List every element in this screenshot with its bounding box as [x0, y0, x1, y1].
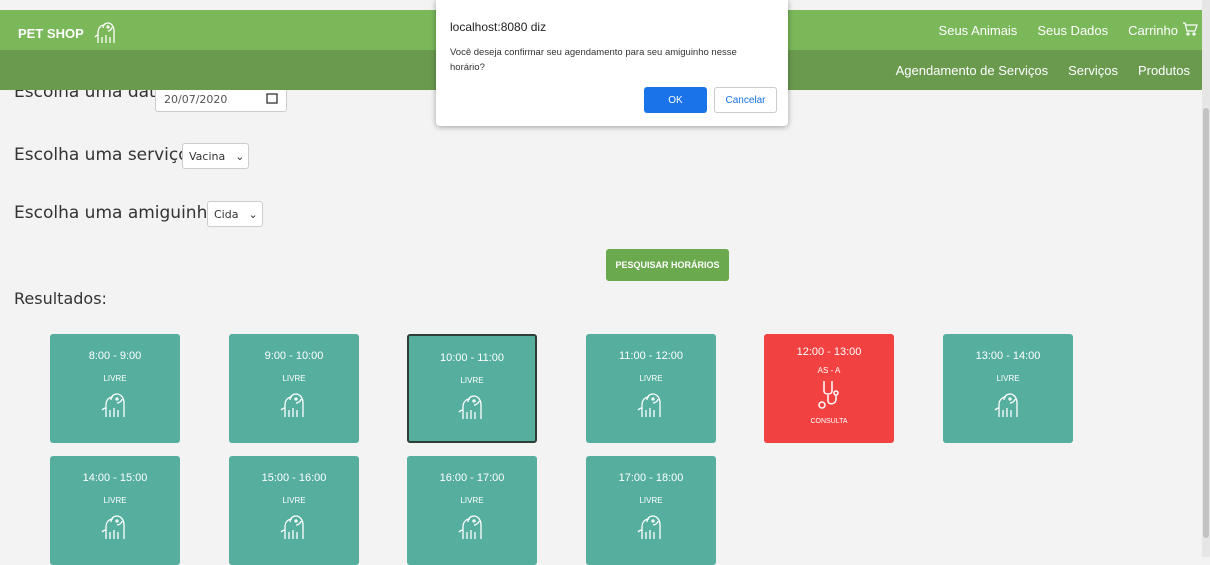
slot-time: 10:00 - 11:00 — [439, 352, 504, 364]
chevron-down-icon: ⌄ — [248, 207, 258, 221]
date-value: 20/07/2020 — [164, 92, 228, 106]
time-slot[interactable]: 9:00 - 10:00 LIVRE — [229, 334, 359, 443]
slot-time: 13:00 - 14:00 — [975, 350, 1041, 362]
time-slot[interactable]: 10:00 - 11:00 LIVRE — [407, 334, 537, 443]
brand[interactable]: PET SHOP — [18, 19, 120, 48]
pet-icon — [409, 391, 535, 426]
slot-status: LIVRE — [103, 496, 127, 505]
pet-logo-icon — [92, 19, 120, 48]
slot-status: LIVRE — [639, 496, 663, 505]
time-slot[interactable]: 13:00 - 14:00 LIVRE — [943, 334, 1073, 443]
brand-name: PET SHOP — [18, 26, 84, 41]
time-slot[interactable]: 8:00 - 9:00 LIVRE — [50, 334, 180, 443]
time-slot[interactable]: 12:00 - 13:00 AS - A CONSULTA — [764, 334, 894, 443]
slot-status: LIVRE — [460, 496, 484, 505]
service-label: Escolha uma serviço: — [14, 145, 195, 165]
slot-time: 17:00 - 18:00 — [618, 472, 684, 484]
nav-seus-animais[interactable]: Seus Animais — [939, 23, 1018, 38]
pet-icon — [50, 389, 180, 424]
pet-icon — [586, 389, 716, 424]
slot-time: 11:00 - 12:00 — [618, 350, 683, 362]
slot-status: LIVRE — [460, 376, 484, 385]
dialog-cancel-button[interactable]: Cancelar — [714, 87, 777, 113]
confirm-dialog: localhost:8080 diz Você deseja confirmar… — [436, 0, 788, 126]
slot-status: AS - A — [817, 366, 841, 375]
time-slot[interactable]: 17:00 - 18:00 LIVRE — [586, 456, 716, 565]
dialog-title: localhost:8080 diz — [450, 20, 547, 34]
pet-icon — [229, 511, 359, 546]
slot-time: 8:00 - 9:00 — [88, 350, 142, 362]
pet-label: Escolha uma amiguinho: — [14, 203, 224, 223]
nav-agendamento-overlay[interactable]: Agendamento de Serviços — [896, 63, 1048, 78]
chevron-down-icon: ⌄ — [235, 149, 245, 163]
slot-time: 9:00 - 10:00 — [264, 350, 324, 362]
pet-icon — [943, 389, 1073, 424]
dialog-message: Você deseja confirmar seu agendamento pa… — [450, 47, 737, 73]
scrollbar[interactable] — [1202, 0, 1210, 557]
nav-carrinho[interactable]: Carrinho — [1128, 21, 1198, 39]
pet-value: Cida — [214, 207, 239, 221]
sub-nav-overlay: Agendamento de Serviços Serviços Produto… — [876, 50, 1190, 90]
stethoscope-icon — [764, 379, 894, 414]
time-slot[interactable]: 16:00 - 17:00 LIVRE — [407, 456, 537, 565]
slot-status: LIVRE — [996, 374, 1020, 383]
slot-time: 15:00 - 16:00 — [261, 472, 327, 484]
nav-seus-dados[interactable]: Seus Dados — [1037, 23, 1108, 38]
pet-icon — [586, 511, 716, 546]
time-slot[interactable]: 11:00 - 12:00 LIVRE — [586, 334, 716, 443]
cart-icon — [1182, 21, 1198, 39]
dialog-ok-button[interactable]: OK — [644, 87, 707, 113]
slot-time: 12:00 - 13:00 — [796, 346, 862, 358]
slot-time: 16:00 - 17:00 — [439, 472, 505, 484]
slot-status: LIVRE — [103, 374, 127, 383]
service-value: Vacina — [189, 149, 226, 163]
slot-status: LIVRE — [282, 374, 306, 383]
nav-carrinho-label: Carrinho — [1128, 22, 1178, 38]
slot-time: 14:00 - 15:00 — [82, 472, 148, 484]
pet-icon — [50, 511, 180, 546]
search-button[interactable]: PESQUISAR HORÁRIOS — [606, 249, 729, 281]
slot-status: LIVRE — [639, 374, 663, 383]
time-slot[interactable]: 14:00 - 15:00 LIVRE — [50, 456, 180, 565]
slot-status: LIVRE — [282, 496, 306, 505]
pet-select[interactable]: Cida ⌄ — [207, 201, 263, 227]
results-title: Resultados: — [14, 289, 107, 308]
time-slot[interactable]: 15:00 - 16:00 LIVRE — [229, 456, 359, 565]
pet-icon — [407, 511, 537, 546]
nav-produtos-overlay[interactable]: Produtos — [1138, 63, 1190, 78]
pet-icon — [229, 389, 359, 424]
top-nav: Seus Animais Seus Dados Carrinho — [919, 10, 1202, 50]
service-select[interactable]: Vacina ⌄ — [182, 143, 249, 169]
slot-service: CONSULTA — [810, 418, 848, 425]
calendar-icon[interactable] — [266, 92, 278, 107]
scrollbar-thumb[interactable] — [1203, 108, 1209, 538]
nav-servicos-overlay[interactable]: Serviços — [1068, 63, 1118, 78]
